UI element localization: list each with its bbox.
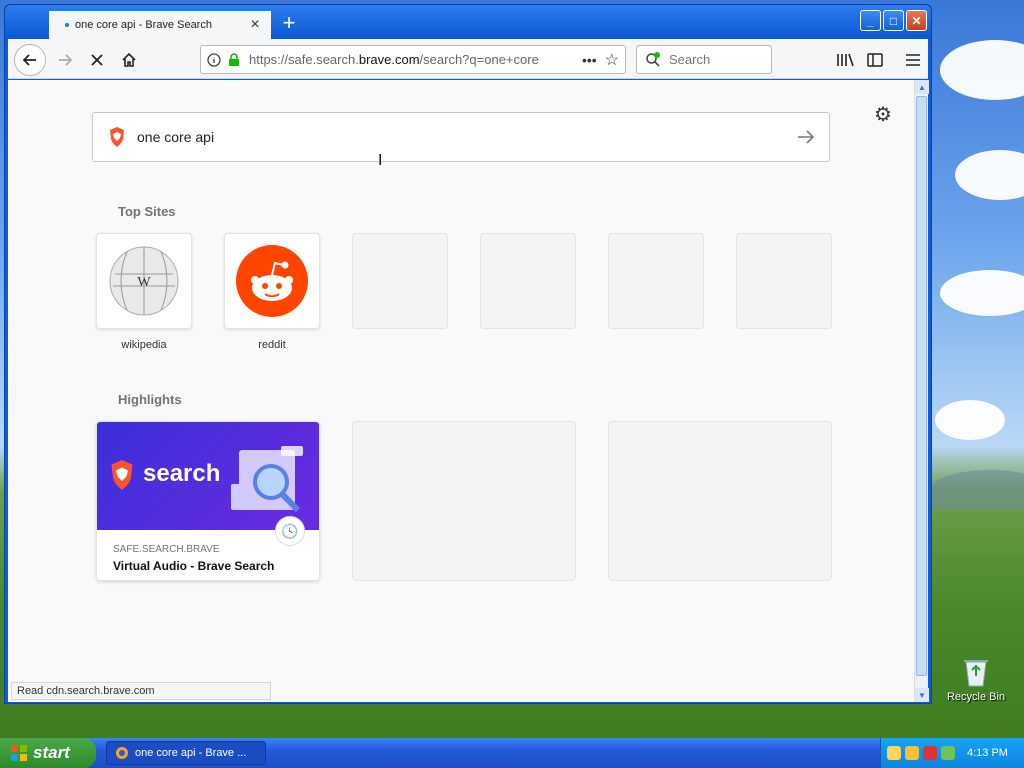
home-button[interactable] <box>114 45 144 75</box>
highlight-empty[interactable] <box>352 421 576 581</box>
network-tray-icon[interactable] <box>941 746 955 760</box>
site-label: reddit <box>258 339 286 351</box>
recycle-bin-label: Recycle Bin <box>946 691 1006 703</box>
svg-text:W: W <box>137 275 151 290</box>
gear-icon[interactable]: ⚙ <box>874 102 892 127</box>
scroll-down-icon[interactable]: ▼ <box>915 688 929 702</box>
forward-button[interactable] <box>50 45 80 75</box>
top-site-empty[interactable] <box>352 233 448 329</box>
brave-logo-icon <box>111 460 133 490</box>
clock-icon: 🕓 <box>275 516 305 546</box>
arrow-right-icon <box>59 54 73 66</box>
page-search-box[interactable]: one core api <box>92 112 830 162</box>
site-tile[interactable]: W <box>96 233 192 329</box>
scroll-up-icon[interactable]: ▲ <box>915 80 929 94</box>
url-domain: brave.com <box>358 52 420 67</box>
stop-button[interactable] <box>82 45 112 75</box>
clock-time: 4:13 PM <box>967 747 1008 759</box>
top-site-empty[interactable] <box>480 233 576 329</box>
top-site-reddit[interactable]: reddit <box>224 233 320 351</box>
url-suffix: /search?q=one+core <box>419 52 539 67</box>
text-cursor-icon: I <box>378 152 383 169</box>
highlight-banner: search <box>97 422 319 530</box>
scroll-thumb[interactable] <box>916 96 927 676</box>
hamburger-menu-icon <box>906 54 920 66</box>
library-icon <box>837 53 854 67</box>
empty-site-tile[interactable] <box>352 233 448 329</box>
page-search-query: one core api <box>137 129 215 145</box>
close-icon[interactable]: × <box>247 16 263 33</box>
banner-word: search <box>143 460 221 487</box>
wikipedia-globe-icon: W <box>109 246 179 316</box>
start-button[interactable]: start <box>0 738 96 768</box>
tab-bar: one core api - Brave Search × + _ □ ✕ <box>5 5 931 39</box>
top-sites-heading: Top Sites <box>118 204 176 219</box>
reddit-logo-icon <box>236 245 308 317</box>
highlight-title: Virtual Audio - Brave Search <box>113 559 275 573</box>
highlights-heading: Highlights <box>118 392 182 407</box>
empty-site-tile[interactable] <box>736 233 832 329</box>
empty-site-tile[interactable] <box>608 233 704 329</box>
top-site-empty[interactable] <box>608 233 704 329</box>
recycle-bin[interactable]: Recycle Bin <box>946 656 1006 703</box>
arrow-right-icon[interactable] <box>797 129 815 145</box>
minimize-button[interactable]: _ <box>860 10 881 31</box>
bookmark-star-icon[interactable]: ☆ <box>605 50 619 70</box>
url-prefix: https://safe.search. <box>249 52 359 67</box>
recycle-bin-icon <box>964 660 988 687</box>
start-label: start <box>33 743 70 762</box>
search-bar[interactable] <box>636 45 772 74</box>
window-close-button[interactable]: ✕ <box>906 10 927 31</box>
brave-logo-icon <box>110 127 124 147</box>
maximize-button[interactable]: □ <box>883 10 904 31</box>
taskbar-item-label: one core api - Brave ... <box>135 747 247 759</box>
menu-button[interactable] <box>898 45 928 75</box>
sidebar-button[interactable] <box>860 45 890 75</box>
help-tray-icon[interactable] <box>887 746 901 760</box>
taskbar: start one core api - Brave ... 4:13 PM <box>0 738 1024 768</box>
arrow-left-icon <box>22 54 36 66</box>
highlight-card[interactable]: search 🕓 SAFE.SEARCH.BRAVE Virtual Audio… <box>96 421 320 581</box>
browser-window: one core api - Brave Search × + _ □ ✕ ht… <box>4 4 932 704</box>
taskbar-item-browser[interactable]: one core api - Brave ... <box>106 741 266 765</box>
url-bar[interactable]: https://safe.search.brave.com/search?q=o… <box>200 45 626 74</box>
highlight-empty[interactable] <box>608 421 832 581</box>
library-button[interactable] <box>830 45 860 75</box>
loading-dot-icon <box>65 23 69 27</box>
top-site-empty[interactable] <box>736 233 832 329</box>
site-label: wikipedia <box>121 339 167 351</box>
info-icon[interactable] <box>207 52 221 67</box>
search-input[interactable] <box>669 52 759 67</box>
window-controls: _ □ ✕ <box>860 10 927 31</box>
system-tray: 4:13 PM <box>880 738 1024 768</box>
page-actions-icon[interactable]: ••• <box>582 52 597 68</box>
desktop-cloud <box>935 400 1005 440</box>
scrollbar[interactable]: ▲ ▼ <box>914 80 929 702</box>
back-button[interactable] <box>14 44 46 76</box>
shield-tray-icon[interactable] <box>905 746 919 760</box>
desktop-cloud <box>940 40 1024 100</box>
home-icon <box>122 52 136 67</box>
new-tab-button[interactable]: + <box>277 10 301 35</box>
url-text: https://safe.search.brave.com/search?q=o… <box>249 52 574 67</box>
empty-site-tile[interactable] <box>480 233 576 329</box>
new-tab-page: one core api I ⚙ Top Sites W wikipedia r… <box>8 80 914 702</box>
site-tile[interactable] <box>224 233 320 329</box>
top-site-wikipedia[interactable]: W wikipedia <box>96 233 192 351</box>
browser-app-icon <box>116 747 128 759</box>
desktop-cloud <box>955 150 1024 200</box>
status-bar: Read cdn.search.brave.com <box>11 682 271 700</box>
desktop-cloud <box>940 270 1024 316</box>
tab-title: one core api - Brave Search <box>75 19 212 31</box>
nav-toolbar: https://safe.search.brave.com/search?q=o… <box>8 39 928 79</box>
windows-logo-icon <box>11 745 27 761</box>
search-engine-icon <box>646 51 660 67</box>
security-tray-icon[interactable] <box>923 746 937 760</box>
desktop-hill <box>930 470 1024 510</box>
sidebar-icon <box>867 53 883 67</box>
magnifier-illustration-icon <box>231 446 303 513</box>
tab-active[interactable]: one core api - Brave Search × <box>49 9 271 39</box>
lock-icon[interactable] <box>227 52 241 67</box>
stop-icon <box>91 54 103 66</box>
